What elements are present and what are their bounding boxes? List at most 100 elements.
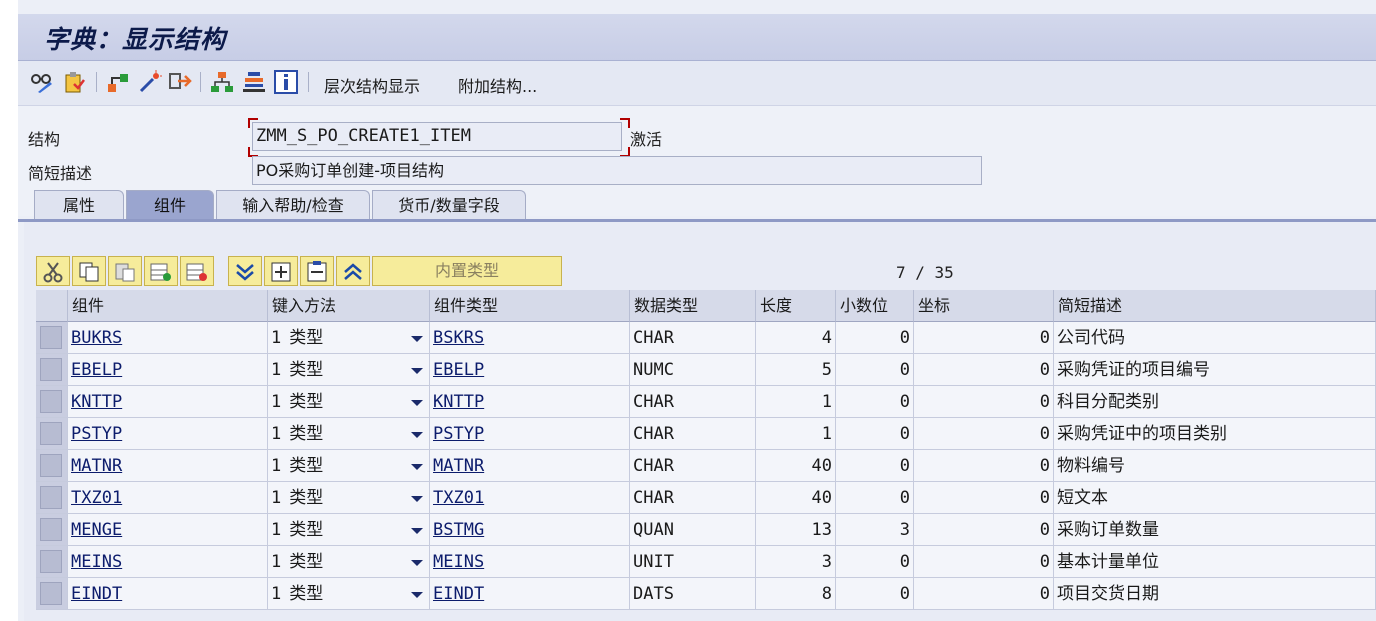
column-header-component[interactable]: 组件 [68, 290, 268, 322]
table-row[interactable]: MENGE 1 类型 BSTMG QUAN 13 3 0 采购订单数量 [36, 514, 1376, 546]
component-name-cell[interactable]: PSTYP [68, 418, 268, 450]
hierarchy-display-button[interactable]: 层次结构显示 [324, 73, 420, 97]
glasses-pen-icon[interactable] [30, 70, 54, 94]
component-name-cell[interactable]: BUKRS [68, 322, 268, 354]
table-row[interactable]: BUKRS 1 类型 BSKRS CHAR 4 0 0 公司代码 [36, 322, 1376, 354]
row-select-button[interactable] [40, 486, 62, 509]
tab-currency-quantity[interactable]: 货币/数量字段 [372, 190, 526, 219]
table-row[interactable]: EINDT 1 类型 EINDT DATS 8 0 0 项目交货日期 [36, 578, 1376, 610]
delete-row-button[interactable] [180, 256, 214, 286]
dropdown-arrow-icon[interactable] [411, 560, 423, 566]
entry-method-dropdown[interactable]: 1 类型 [268, 546, 430, 578]
dropdown-arrow-icon[interactable] [411, 336, 423, 342]
row-select-button[interactable] [40, 550, 62, 573]
entry-method-dropdown[interactable]: 1 类型 [268, 386, 430, 418]
component-name-cell[interactable]: MEINS [68, 546, 268, 578]
column-header-component-type[interactable]: 组件类型 [430, 290, 630, 322]
component-type-cell[interactable]: BSKRS [430, 322, 630, 354]
component-name-cell[interactable]: MENGE [68, 514, 268, 546]
dropdown-arrow-icon[interactable] [411, 368, 423, 374]
row-selector[interactable] [36, 514, 68, 546]
row-select-button[interactable] [40, 326, 62, 349]
tab-input-help[interactable]: 输入帮助/检查 [216, 190, 370, 219]
copy-button[interactable] [72, 256, 106, 286]
row-select-button[interactable] [40, 582, 62, 605]
collapse-button[interactable] [300, 256, 334, 286]
dropdown-arrow-icon[interactable] [411, 400, 423, 406]
append-structure-button[interactable]: 附加结构... [458, 73, 537, 97]
component-name-cell[interactable]: KNTTP [68, 386, 268, 418]
short-desc-field[interactable]: PO采购订单创建-项目结构 [252, 156, 982, 185]
up-button[interactable] [336, 256, 370, 286]
component-name-cell[interactable]: EINDT [68, 578, 268, 610]
row-selector[interactable] [36, 386, 68, 418]
row-selector[interactable] [36, 450, 68, 482]
component-type-cell[interactable]: BSTMG [430, 514, 630, 546]
copy-icon [79, 262, 99, 282]
column-header-coordinate[interactable]: 坐标 [914, 290, 1054, 322]
column-header-data-type[interactable]: 数据类型 [630, 290, 756, 322]
entry-method-dropdown[interactable]: 1 类型 [268, 514, 430, 546]
dropdown-arrow-icon[interactable] [411, 464, 423, 470]
table-row[interactable]: MATNR 1 类型 MATNR CHAR 40 0 0 物料编号 [36, 450, 1376, 482]
component-name-cell[interactable]: EBELP [68, 354, 268, 386]
component-type-cell[interactable]: MATNR [430, 450, 630, 482]
clipboard-check-icon[interactable] [62, 70, 86, 94]
select-all-header[interactable] [36, 290, 68, 322]
stack-icon[interactable] [242, 70, 266, 94]
entry-method-dropdown[interactable]: 1 类型 [268, 418, 430, 450]
component-type-cell[interactable]: EINDT [430, 578, 630, 610]
row-select-button[interactable] [40, 518, 62, 541]
data-type-cell: CHAR [630, 418, 756, 450]
table-row[interactable]: PSTYP 1 类型 PSTYP CHAR 1 0 0 采购凭证中的项目类别 [36, 418, 1376, 450]
row-select-button[interactable] [40, 422, 62, 445]
builtin-type-button[interactable]: 内置类型 [372, 256, 562, 286]
row-selector[interactable] [36, 482, 68, 514]
row-selector[interactable] [36, 546, 68, 578]
tab-attributes[interactable]: 属性 [34, 190, 124, 219]
column-header-length[interactable]: 长度 [756, 290, 836, 322]
entry-method-dropdown[interactable]: 1 类型 [268, 354, 430, 386]
org-chart-icon[interactable] [210, 70, 234, 94]
row-selector[interactable] [36, 578, 68, 610]
entry-method-dropdown[interactable]: 1 类型 [268, 482, 430, 514]
dropdown-arrow-icon[interactable] [411, 528, 423, 534]
dropdown-arrow-icon[interactable] [411, 432, 423, 438]
row-select-button[interactable] [40, 390, 62, 413]
row-selector[interactable] [36, 418, 68, 450]
paste-button[interactable] [108, 256, 142, 286]
dropdown-arrow-icon[interactable] [411, 496, 423, 502]
column-header-decimals[interactable]: 小数位 [836, 290, 914, 322]
table-row[interactable]: EBELP 1 类型 EBELP NUMC 5 0 0 采购凭证的项目编号 [36, 354, 1376, 386]
entry-method-dropdown[interactable]: 1 类型 [268, 578, 430, 610]
filter-button[interactable] [228, 256, 262, 286]
table-row[interactable]: KNTTP 1 类型 KNTTP CHAR 1 0 0 科目分配类别 [36, 386, 1376, 418]
magic-wand-icon[interactable] [138, 70, 162, 94]
dropdown-arrow-icon[interactable] [411, 592, 423, 598]
column-header-entry-method[interactable]: 键入方法 [268, 290, 430, 322]
component-type-cell[interactable]: KNTTP [430, 386, 630, 418]
table-row[interactable]: TXZ01 1 类型 TXZ01 CHAR 40 0 0 短文本 [36, 482, 1376, 514]
info-icon[interactable] [274, 70, 298, 94]
row-selector[interactable] [36, 354, 68, 386]
hierarchy-icon[interactable] [106, 70, 130, 94]
expand-button[interactable] [264, 256, 298, 286]
transport-icon[interactable] [168, 70, 192, 94]
component-name-cell[interactable]: TXZ01 [68, 482, 268, 514]
component-type-cell[interactable]: EBELP [430, 354, 630, 386]
component-type-cell[interactable]: PSTYP [430, 418, 630, 450]
insert-row-button[interactable] [144, 256, 178, 286]
tab-components[interactable]: 组件 [126, 190, 214, 219]
column-header-short-desc[interactable]: 简短描述 [1054, 290, 1376, 322]
row-selector[interactable] [36, 322, 68, 354]
component-name-cell[interactable]: MATNR [68, 450, 268, 482]
table-row[interactable]: MEINS 1 类型 MEINS UNIT 3 0 0 基本计量单位 [36, 546, 1376, 578]
component-type-cell[interactable]: TXZ01 [430, 482, 630, 514]
entry-method-dropdown[interactable]: 1 类型 [268, 450, 430, 482]
row-select-button[interactable] [40, 358, 62, 381]
structure-field[interactable]: ZMM_S_PO_CREATE1_ITEM [252, 122, 622, 151]
component-type-cell[interactable]: MEINS [430, 546, 630, 578]
cut-button[interactable] [36, 256, 70, 286]
row-select-button[interactable] [40, 454, 62, 477]
entry-method-dropdown[interactable]: 1 类型 [268, 322, 430, 354]
